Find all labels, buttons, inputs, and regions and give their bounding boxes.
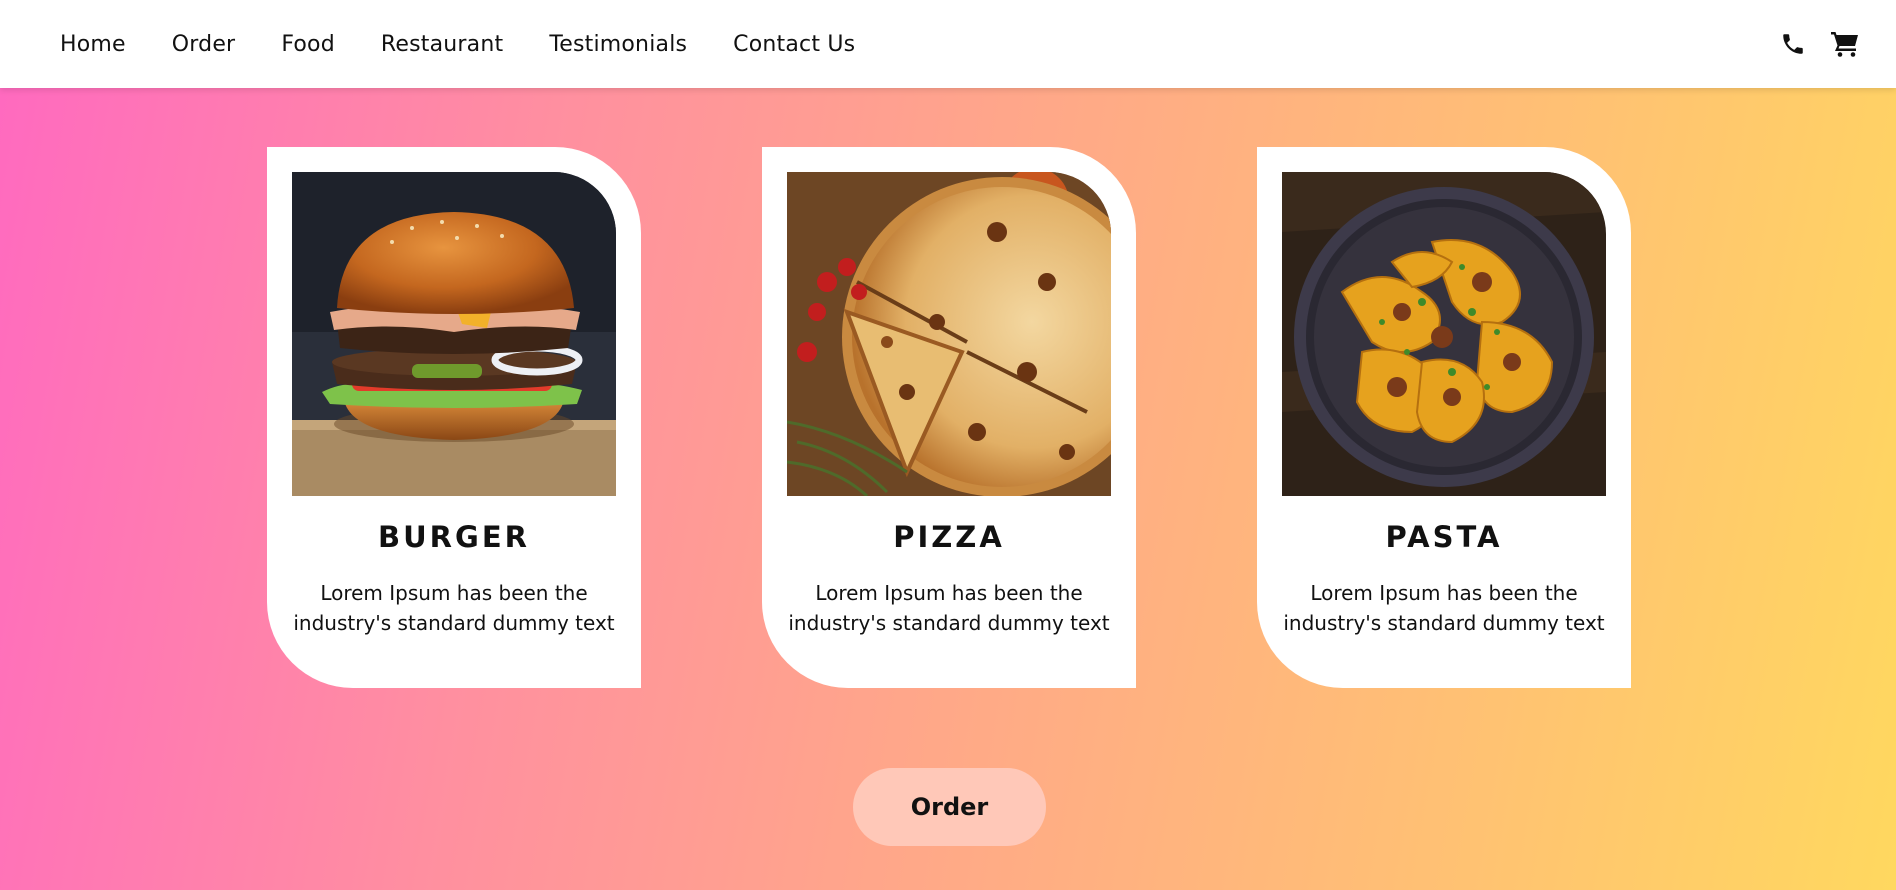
- nav-link-food[interactable]: Food: [281, 32, 335, 57]
- card-description: Lorem Ipsum has been the industry's stan…: [293, 581, 615, 635]
- food-cards: BURGER Lorem Ipsum has been the industry…: [267, 147, 1631, 688]
- card-title: BURGER: [378, 520, 530, 554]
- nav-links: Home Order Food Restaurant Testimonials …: [60, 32, 855, 57]
- cart-icon[interactable]: [1830, 29, 1860, 59]
- pasta-image: [1282, 172, 1606, 496]
- food-card-pasta[interactable]: PASTA Lorem Ipsum has been the industry'…: [1257, 147, 1631, 688]
- nav-icons: [1778, 29, 1860, 59]
- nav-link-restaurant[interactable]: Restaurant: [381, 32, 503, 57]
- nav-link-testimonials[interactable]: Testimonials: [549, 32, 687, 57]
- nav-link-order[interactable]: Order: [172, 32, 236, 57]
- card-description: Lorem Ipsum has been the industry's stan…: [1283, 581, 1605, 635]
- nav-link-contact-us[interactable]: Contact Us: [733, 32, 855, 57]
- food-card-burger[interactable]: BURGER Lorem Ipsum has been the industry…: [267, 147, 641, 688]
- card-description: Lorem Ipsum has been the industry's stan…: [788, 581, 1110, 635]
- food-card-pizza[interactable]: PIZZA Lorem Ipsum has been the industry'…: [762, 147, 1136, 688]
- nav-link-home[interactable]: Home: [60, 32, 126, 57]
- top-navbar: Home Order Food Restaurant Testimonials …: [0, 0, 1896, 88]
- burger-image: [292, 172, 616, 496]
- pizza-image: [787, 172, 1111, 496]
- card-title: PASTA: [1385, 520, 1503, 554]
- order-button[interactable]: Order: [853, 768, 1046, 846]
- card-title: PIZZA: [893, 520, 1005, 554]
- phone-icon[interactable]: [1778, 29, 1808, 59]
